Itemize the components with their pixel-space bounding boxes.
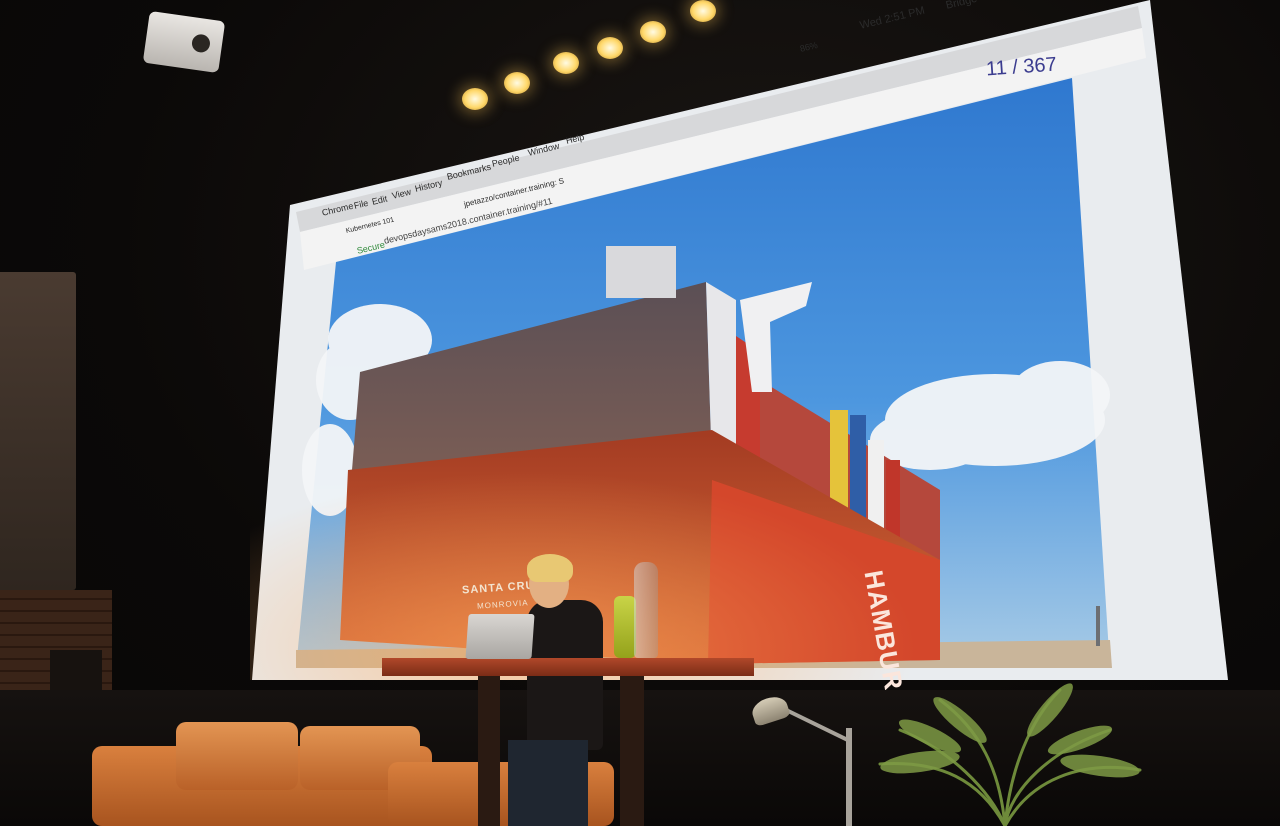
podium-leg: [478, 676, 500, 826]
shore-crane: [1096, 606, 1100, 646]
floor-lamp: [846, 728, 852, 826]
ship-mast: [606, 246, 676, 298]
potted-plant: [878, 683, 1142, 826]
glass-bottle: [634, 562, 658, 658]
laptop: [465, 614, 535, 659]
slide-counter: 11 / 367: [985, 53, 1058, 81]
podium-leg: [620, 676, 644, 826]
podium: [382, 658, 754, 676]
water-bottle: [614, 596, 636, 658]
sofa-cushion: [176, 722, 298, 790]
speaker-legs: [508, 740, 588, 826]
speaker-hair: [527, 554, 573, 582]
conference-stage-photo: Chrome File Edit View History Bookmarks …: [0, 0, 1280, 826]
